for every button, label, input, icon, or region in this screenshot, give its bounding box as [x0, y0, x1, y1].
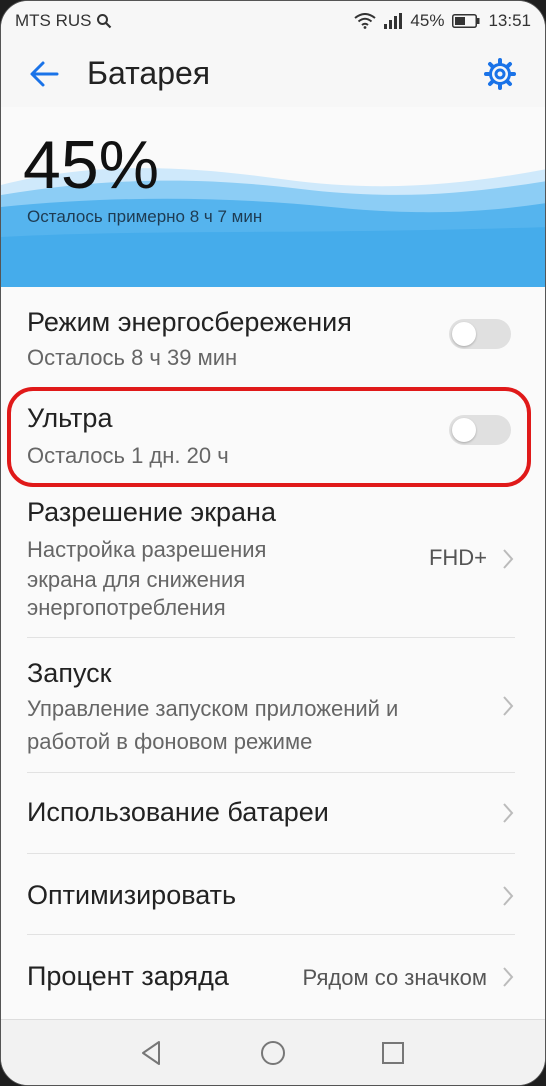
status-bar: MTS RUS 45% 13:51 [1, 1, 545, 41]
optimize-row[interactable]: Оптимизировать [1, 854, 545, 934]
optimize-title: Оптимизировать [27, 880, 237, 910]
battery-usage-title: Использование батареи [27, 797, 329, 827]
toggle-knob [452, 322, 476, 346]
page-title: Батарея [87, 55, 211, 91]
home-circle-icon[interactable] [258, 1038, 288, 1068]
signal-icon [384, 13, 403, 29]
recents-square-icon[interactable] [378, 1038, 408, 1068]
screen-resolution-subtitle-3: энергопотребления [27, 595, 226, 620]
carrier-name: MTS RUS [15, 11, 92, 30]
gear-icon[interactable] [483, 57, 517, 91]
screen-resolution-title: Разрешение экрана [27, 497, 276, 527]
back-triangle-icon[interactable] [137, 1038, 167, 1068]
battery-time-remaining: Осталось примерно 8 ч 7 мин [27, 207, 263, 226]
launch-title: Запуск [27, 658, 112, 688]
charge-percent-title: Процент заряда [27, 961, 229, 991]
power-saving-toggle[interactable] [449, 319, 511, 349]
battery-percent-text: 45% [410, 11, 445, 30]
battery-percentage: 45% [23, 127, 160, 203]
screen-resolution-value: FHD+ [428, 545, 487, 570]
battery-usage-row[interactable]: Использование батареи [1, 773, 545, 853]
chevron-right-icon [503, 803, 514, 823]
wifi-icon [354, 13, 377, 29]
launch-subtitle-2: работой в фоновом режиме [27, 729, 313, 754]
status-left: MTS RUS [15, 11, 112, 31]
launch-subtitle-1: Управление запуском приложений и [27, 696, 399, 721]
battery-icon [452, 14, 480, 28]
back-arrow-icon[interactable] [27, 57, 61, 91]
launch-row[interactable]: Запуск Управление запуском приложений и … [1, 638, 545, 772]
navigation-bar [1, 1019, 545, 1085]
phone-screen: MTS RUS 45% 13:51 Батарея 45% Осталось п… [0, 0, 546, 1086]
screen-resolution-row[interactable]: Разрешение экрана Настройка разрешения э… [1, 491, 545, 637]
status-right: 45% 13:51 [354, 11, 531, 31]
search-icon [96, 13, 112, 29]
clock: 13:51 [488, 11, 531, 30]
screen-resolution-subtitle-2: экрана для снижения [27, 567, 246, 592]
power-saving-row[interactable]: Режим энергосбережения Осталось 8 ч 39 м… [1, 291, 545, 383]
power-saving-subtitle: Осталось 8 ч 39 мин [27, 345, 238, 370]
charge-percent-value: Рядом со значком [302, 965, 487, 990]
chevron-right-icon [503, 549, 514, 569]
app-header: Батарея [1, 41, 545, 108]
power-saving-title: Режим энергосбережения [27, 307, 352, 337]
screen-resolution-subtitle-1: Настройка разрешения [27, 537, 267, 562]
charge-percent-row[interactable]: Процент заряда Рядом со значком [1, 935, 545, 1019]
battery-level-panel: 45% Осталось примерно 8 ч 7 мин [1, 107, 545, 287]
chevron-right-icon [503, 696, 514, 716]
chevron-right-icon [503, 967, 514, 987]
chevron-right-icon [503, 886, 514, 906]
ultra-highlight-frame [7, 387, 531, 487]
